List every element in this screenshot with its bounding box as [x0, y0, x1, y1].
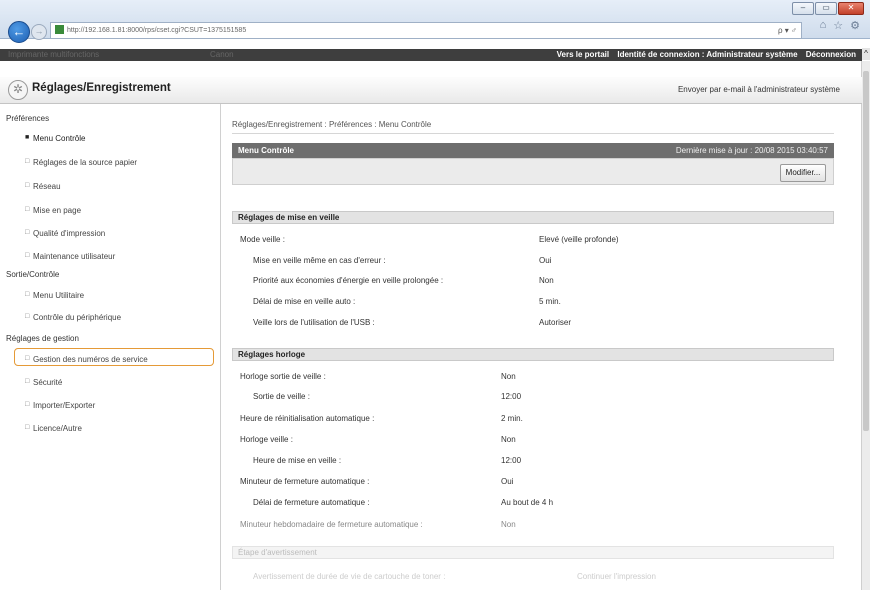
- setting-label: Délai de mise en veille auto :: [253, 297, 356, 306]
- tools-gear-icon[interactable]: ⚙: [850, 19, 860, 32]
- sidebar: Préférences ■ Menu Contrôle □ Réglages de …: [0, 104, 221, 590]
- setting-label: Délai de fermeture automatique :: [253, 498, 370, 507]
- section-header-sleep: Réglages de mise en veille: [232, 211, 834, 224]
- address-bar-controls[interactable]: ρ ▾ ♂: [778, 23, 797, 38]
- sidebar-item-source-papier[interactable]: □ Réglages de la source papier: [25, 158, 137, 167]
- site-icon: [55, 25, 64, 34]
- sidebar-section-reglages-gestion[interactable]: Réglages de gestion: [6, 334, 79, 343]
- favorites-star-icon[interactable]: ☆: [833, 19, 843, 32]
- setting-value: Oui: [501, 477, 514, 486]
- bullet-icon: □: [25, 424, 30, 431]
- panel-title: Menu Contrôle: [238, 146, 294, 155]
- bullet-icon: □: [25, 229, 30, 236]
- sidebar-item-qualite[interactable]: □ Qualité d'impression: [25, 229, 105, 238]
- email-admin-link[interactable]: Envoyer par e-mail à l'administrateur sy…: [678, 85, 840, 94]
- setting-label: Minuteur hebdomadaire de fermeture autom…: [240, 520, 423, 529]
- bullet-icon: □: [25, 355, 30, 362]
- setting-label: Horloge sortie de veille :: [240, 372, 326, 381]
- bullet-icon: □: [25, 182, 30, 189]
- sidebar-item-securite[interactable]: □ Sécurité: [25, 378, 62, 387]
- page-header: ✲ Réglages/Enregistrement Envoyer par e-…: [0, 77, 862, 104]
- setting-label: Mode veille :: [240, 235, 285, 244]
- setting-label: Avertissement de durée de vie de cartouc…: [253, 572, 446, 581]
- setting-label: Heure de réinitialisation automatique :: [240, 414, 375, 423]
- setting-label: Veille lors de l'utilisation de l'USB :: [253, 318, 375, 327]
- last-update: Dernière mise à jour : 20/08 2015 03:40:…: [675, 146, 828, 155]
- setting-value: 2 min.: [501, 414, 523, 423]
- maximize-icon[interactable]: ▭: [815, 2, 837, 15]
- url-text: http://192.168.1.81:8000/rps/cset.cgi?CS…: [67, 27, 247, 34]
- setting-value: 12:00: [501, 456, 522, 465]
- bullet-icon: □: [25, 158, 30, 165]
- setting-value: Au bout de 4 h: [501, 498, 554, 507]
- sidebar-item-importer-exporter[interactable]: □ Importer/Exporter: [25, 401, 95, 410]
- device-name-blurred: Imprimante multifonctions: [8, 50, 100, 59]
- page-scrollbar[interactable]: ^: [861, 48, 870, 590]
- bullet-icon: □: [25, 378, 30, 385]
- setting-value: Elevé (veille profonde): [539, 235, 619, 244]
- logout-link[interactable]: Déconnexion: [806, 50, 856, 59]
- browser-icons: ⌂ ☆ ⚙: [820, 19, 860, 32]
- setting-value: Non: [501, 520, 516, 529]
- device-model-blurred: Canon: [210, 50, 234, 59]
- sidebar-item-controle-peripherique[interactable]: □ Contrôle du périphérique: [25, 313, 121, 322]
- sidebar-item-licence-autre[interactable]: □ Licence/Autre: [25, 424, 82, 433]
- forward-arrow-icon[interactable]: →: [31, 24, 47, 40]
- bullet-icon: □: [25, 313, 30, 320]
- app-top-bar: Imprimante multifonctions Canon Vers le …: [0, 49, 862, 61]
- settings-gear-icon: ✲: [8, 80, 28, 100]
- sidebar-item-menu-controle[interactable]: ■ Menu Contrôle: [25, 134, 85, 143]
- window-controls: – ▭ ✕: [792, 2, 864, 15]
- setting-label: Sortie de veille :: [253, 392, 310, 401]
- back-arrow-icon[interactable]: ←: [8, 21, 30, 43]
- sidebar-item-reseau[interactable]: □ Réseau: [25, 182, 61, 191]
- setting-value: Non: [501, 435, 516, 444]
- sidebar-item-mise-en-page[interactable]: □ Mise en page: [25, 206, 81, 215]
- action-bar: Modifier...: [232, 158, 834, 185]
- setting-value: Autoriser: [539, 318, 572, 327]
- scroll-thumb[interactable]: [863, 71, 869, 431]
- breadcrumb: Réglages/Enregistrement : Préférences : …: [232, 120, 432, 129]
- sidebar-item-menu-utilitaire[interactable]: □ Menu Utilitaire: [25, 291, 84, 300]
- panel-header: Menu Contrôle Dernière mise à jour : 20/…: [232, 143, 834, 158]
- edit-button[interactable]: Modifier...: [780, 164, 826, 182]
- main-content: Réglages/Enregistrement : Préférences : …: [232, 104, 837, 590]
- section-header-clock: Réglages horloge: [232, 348, 834, 361]
- setting-label: Heure de mise en veille :: [253, 456, 342, 465]
- address-bar[interactable]: http://192.168.1.81:8000/rps/cset.cgi?CS…: [50, 22, 802, 39]
- setting-value: 5 min.: [539, 297, 561, 306]
- divider: [232, 133, 834, 134]
- home-icon[interactable]: ⌂: [820, 19, 827, 32]
- scroll-up-icon[interactable]: ^: [862, 48, 870, 60]
- section-header-warning: Étape d'avertissement: [232, 546, 834, 559]
- sidebar-item-maintenance[interactable]: □ Maintenance utilisateur: [25, 252, 115, 261]
- page-title: Réglages/Enregistrement: [32, 82, 171, 94]
- close-icon[interactable]: ✕: [838, 2, 864, 15]
- setting-label: Priorité aux économies d'énergie en veil…: [253, 276, 444, 285]
- bullet-icon: □: [25, 401, 30, 408]
- bullet-icon: □: [25, 291, 30, 298]
- sidebar-section-sortie-controle[interactable]: Sortie/Contrôle: [6, 270, 59, 279]
- bullet-icon: □: [25, 206, 30, 213]
- setting-value: Continuer l'impression: [577, 572, 656, 581]
- login-identity: Identité de connexion : Administrateur s…: [617, 50, 798, 59]
- minimize-icon[interactable]: –: [792, 2, 814, 15]
- bullet-icon: □: [25, 252, 30, 259]
- sidebar-section-preferences[interactable]: Préférences: [6, 114, 49, 123]
- setting-label: Mise en veille même en cas d'erreur :: [253, 256, 386, 265]
- setting-value: Oui: [539, 256, 552, 265]
- setting-value: 12:00: [501, 392, 522, 401]
- setting-label: Horloge veille :: [240, 435, 293, 444]
- sidebar-item-numeros-service[interactable]: □ Gestion des numéros de service: [25, 355, 148, 364]
- setting-value: Non: [501, 372, 516, 381]
- browser-chrome: – ▭ ✕ ← → http://192.168.1.81:8000/rps/c…: [0, 0, 870, 43]
- setting-value: Non: [539, 276, 554, 285]
- portal-link[interactable]: Vers le portail: [557, 50, 609, 59]
- setting-label: Minuteur de fermeture automatique :: [240, 477, 370, 486]
- bullet-icon: ■: [25, 134, 30, 141]
